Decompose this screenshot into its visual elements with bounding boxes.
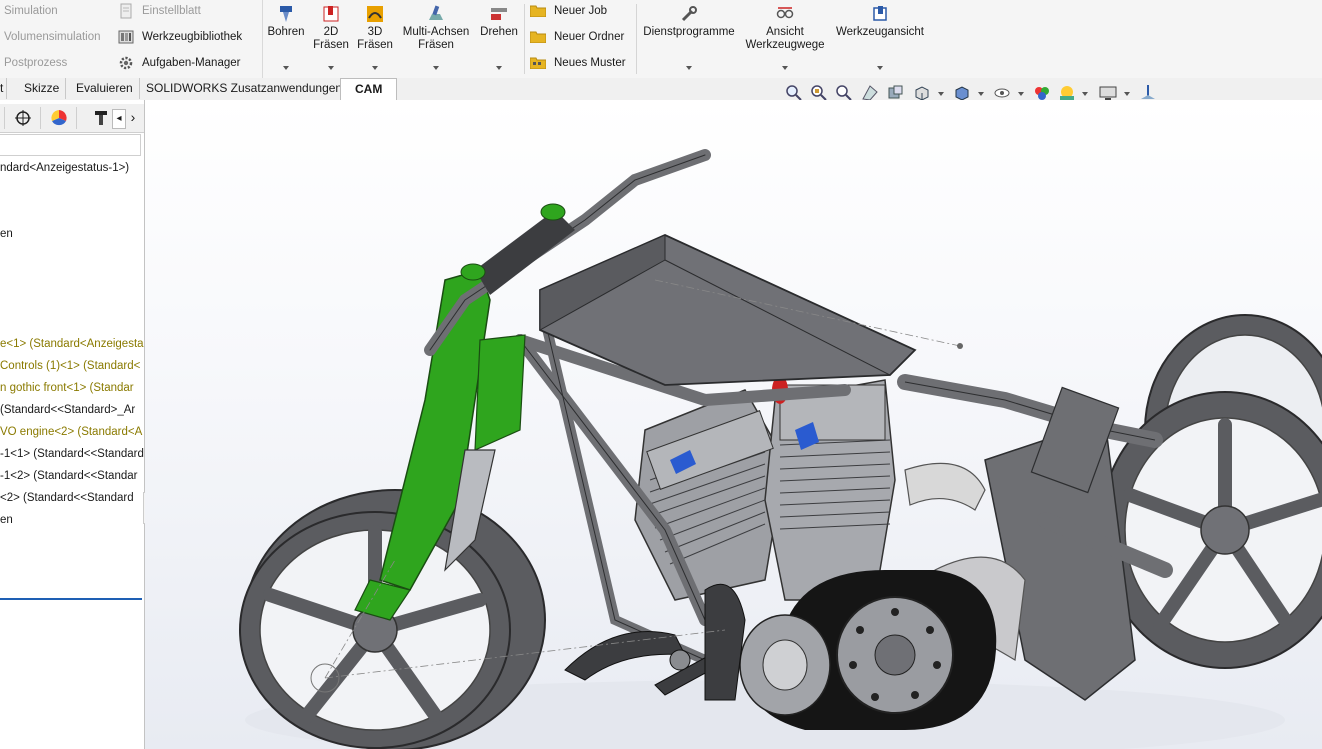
document-icon	[120, 3, 132, 19]
graphics-area[interactable]	[145, 100, 1322, 749]
tree-item[interactable]: <2> (Standard<<Standard	[0, 487, 134, 509]
chevron-down-icon[interactable]	[496, 66, 502, 70]
tree-item[interactable]: (Standard<<Standard>_Ar	[0, 399, 135, 421]
2d-fraesen-button[interactable]: 2D Fräsen	[310, 2, 352, 76]
chevron-down-icon[interactable]	[877, 66, 883, 70]
color-wheel-icon	[51, 110, 67, 126]
chevron-down-icon[interactable]	[1124, 92, 1130, 96]
tool-view-icon	[873, 6, 887, 21]
chevron-down-icon[interactable]	[328, 66, 334, 70]
tree-item[interactable]: VO engine<2> (Standard<A	[0, 421, 142, 443]
multi-achsen-fraesen-button[interactable]: Multi-Achsen Fräsen	[399, 2, 473, 76]
menu-postprozess[interactable]: Postprozess	[4, 52, 114, 74]
tab-truncated[interactable]: t	[0, 78, 8, 99]
feature-manager-panel: ◂ › ndard<Anzeigestatus-1>) en e<1> (Sta…	[0, 100, 145, 749]
command-manager-ribbon: Simulation Einstellblatt Volumensimulati…	[0, 0, 1322, 79]
folder-icon	[530, 5, 546, 17]
ribbon-separator	[524, 4, 525, 74]
bohren-button[interactable]: Bohren	[264, 2, 308, 76]
panel-tab-toolbar: ◂ ›	[0, 104, 144, 133]
chevron-down-icon[interactable]	[1018, 92, 1024, 96]
chevron-down-icon[interactable]	[1082, 92, 1088, 96]
ansicht-werkzeugwege-button[interactable]: Ansicht Werkzeugwege	[742, 2, 828, 76]
panel-tab-dimxpert[interactable]	[6, 107, 41, 129]
belt-drive	[739, 570, 997, 730]
folder-icon	[530, 31, 546, 43]
toolpath-view-icon	[776, 7, 794, 19]
pattern-icon	[530, 57, 546, 69]
panel-tab-feature-tree[interactable]	[0, 107, 5, 129]
turning-icon	[491, 8, 507, 20]
chevron-down-icon[interactable]	[433, 66, 439, 70]
rollback-bar[interactable]	[0, 598, 142, 600]
menu-aufgaben-manager[interactable]: Aufgaben-Manager	[118, 52, 258, 74]
tree-item[interactable]: n gothic front<1> (Standar	[0, 377, 134, 399]
chevron-down-icon[interactable]	[978, 92, 984, 96]
tab-solidworks-zusatzanwendungen[interactable]: SOLIDWORKS Zusatzanwendungen	[140, 78, 350, 99]
3d-fraesen-button[interactable]: 3D Fräsen	[354, 2, 396, 76]
engine	[634, 376, 896, 601]
werkzeugansicht-button[interactable]: Werkzeugansicht	[832, 2, 928, 76]
tree-item[interactable]: Controls (1)<1> (Standard<	[0, 355, 140, 377]
chevron-down-icon[interactable]	[938, 92, 944, 96]
motorcycle-model	[239, 149, 1322, 749]
tree-item[interactable]: e<1> (Standard<Anzeigesta	[0, 333, 144, 355]
tree-item[interactable]: ndard<Anzeigestatus-1>)	[0, 157, 129, 179]
crosshair-icon	[15, 110, 31, 126]
dienstprogramme-button[interactable]: Dienstprogramme	[640, 2, 738, 76]
menu-simulation[interactable]: Simulation	[4, 0, 114, 22]
drill-icon	[280, 6, 292, 22]
menu-einstellblatt[interactable]: Einstellblatt	[118, 0, 258, 22]
exhaust-pipe	[904, 462, 986, 511]
command-manager-tabs: t Skizze Evaluieren SOLIDWORKS Zusatzanw…	[0, 78, 1322, 101]
panel-scroll-left[interactable]: ◂	[112, 109, 126, 129]
ribbon-left-menu: Simulation Einstellblatt Volumensimulati…	[0, 0, 263, 78]
tab-evaluieren[interactable]: Evaluieren	[70, 78, 140, 99]
panel-tab-cam[interactable]	[80, 107, 114, 129]
menu-volumensimulation[interactable]: Volumensimulation	[4, 26, 114, 48]
ribbon-separator	[636, 4, 637, 74]
panel-tab-display-manager[interactable]	[42, 107, 77, 129]
wrench-icon	[681, 6, 697, 22]
menu-werkzeugbibliothek[interactable]: Werkzeugbibliothek	[118, 26, 258, 48]
tab-cam[interactable]: CAM	[340, 78, 398, 101]
chevron-down-icon[interactable]	[686, 66, 692, 70]
tool-library-icon	[118, 30, 134, 44]
cam-tree-icon	[95, 111, 107, 125]
chevron-down-icon[interactable]	[782, 66, 788, 70]
tree-item[interactable]: en	[0, 223, 13, 245]
drehen-button[interactable]: Drehen	[477, 2, 521, 76]
tree-item[interactable]: en	[0, 509, 13, 531]
sketch-point	[957, 343, 963, 349]
tree-item[interactable]: -1<1> (Standard<<Standard	[0, 443, 144, 465]
tree-filter-field[interactable]	[0, 134, 141, 156]
2d-milling-icon	[323, 6, 339, 22]
tab-skizze[interactable]: Skizze	[18, 78, 67, 99]
panel-scroll-right[interactable]: ›	[126, 109, 140, 127]
chevron-down-icon[interactable]	[372, 66, 378, 70]
chevron-down-icon[interactable]	[283, 66, 289, 70]
gear-icon	[119, 56, 133, 70]
tree-item[interactable]: -1<2> (Standard<<Standar	[0, 465, 137, 487]
multi-axis-icon	[429, 5, 443, 20]
3d-milling-icon	[367, 6, 383, 22]
